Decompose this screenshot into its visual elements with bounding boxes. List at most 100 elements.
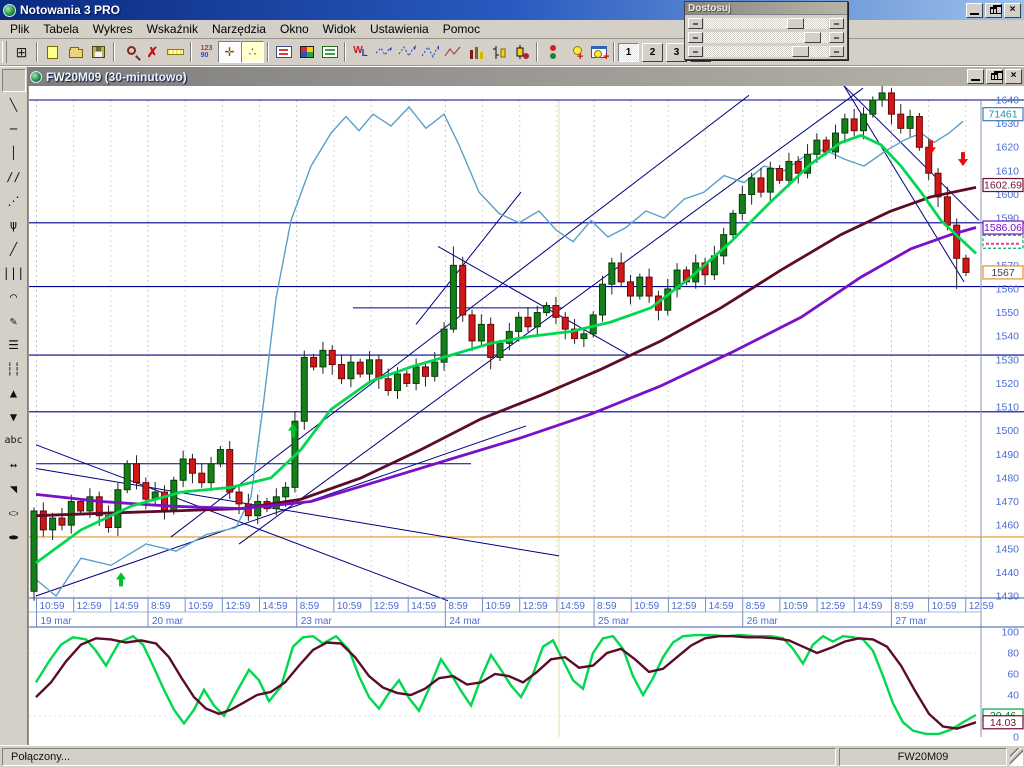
vertical-grid-tool[interactable]: ┆┆ bbox=[2, 357, 26, 380]
down-arrow-tool[interactable]: ▼ bbox=[2, 405, 26, 428]
select-tool[interactable] bbox=[1, 69, 26, 92]
menu-item-wykres[interactable]: Wykres bbox=[86, 21, 140, 38]
slider-track[interactable] bbox=[704, 45, 828, 57]
dostosuj-slider-1 bbox=[688, 17, 844, 29]
svg-text:19 mar: 19 mar bbox=[41, 616, 73, 627]
color-table-button[interactable] bbox=[295, 41, 318, 63]
slider-right-button[interactable] bbox=[829, 45, 844, 57]
quotes-digits-button[interactable]: 123 90 bbox=[195, 41, 218, 63]
ruler-button[interactable] bbox=[164, 41, 187, 63]
candle-chart-button[interactable] bbox=[510, 41, 533, 63]
chart-title: FW20M09 (30-minutowo) bbox=[46, 69, 187, 84]
wl-indicator-button[interactable]: WL bbox=[349, 41, 372, 63]
add-window-button[interactable] bbox=[587, 41, 610, 63]
ruler-icon bbox=[167, 49, 184, 55]
slider-thumb[interactable] bbox=[791, 45, 809, 57]
trend-line-tool[interactable]: ╲ bbox=[2, 93, 26, 116]
svg-text:12:59: 12:59 bbox=[969, 601, 994, 612]
line-chart-button[interactable] bbox=[441, 41, 464, 63]
svg-text:8:59: 8:59 bbox=[894, 601, 914, 612]
svg-text:14:59: 14:59 bbox=[709, 601, 734, 612]
bar-chart-button[interactable] bbox=[464, 41, 487, 63]
menu-item-ustawienia[interactable]: Ustawienia bbox=[363, 21, 436, 38]
slider-left-button[interactable] bbox=[688, 45, 703, 57]
toolbar-separator bbox=[267, 42, 269, 62]
svg-text:1586.06: 1586.06 bbox=[984, 222, 1022, 234]
svg-text:80: 80 bbox=[1007, 648, 1019, 660]
save-button[interactable] bbox=[87, 41, 110, 63]
svg-text:12:59: 12:59 bbox=[523, 601, 548, 612]
slider-thumb[interactable] bbox=[786, 17, 804, 29]
chart-close-button[interactable]: × bbox=[1005, 69, 1022, 84]
slider-left-button[interactable] bbox=[688, 31, 703, 43]
vertical-lines-tool[interactable]: ||| bbox=[2, 261, 26, 284]
slider-right-button[interactable] bbox=[829, 31, 844, 43]
close-button[interactable]: × bbox=[1004, 2, 1021, 18]
svg-text:1520: 1520 bbox=[996, 378, 1020, 390]
list-table-button[interactable] bbox=[318, 41, 341, 63]
solid-eraser-tool[interactable]: ● bbox=[2, 525, 26, 548]
horizontal-expand-tool[interactable]: ↔ bbox=[2, 453, 26, 476]
zigzag-small-button[interactable] bbox=[372, 41, 395, 63]
diagonal-line-tool[interactable]: ╱ bbox=[2, 237, 26, 260]
quote-board-button[interactable] bbox=[272, 41, 295, 63]
pitchfork-tool[interactable]: ψ bbox=[2, 213, 26, 236]
hilo-chart-button[interactable] bbox=[487, 41, 510, 63]
crosshair-button[interactable]: ✛ bbox=[218, 41, 241, 63]
menu-item-tabela[interactable]: Tabela bbox=[36, 21, 85, 38]
slider-right-button[interactable] bbox=[829, 17, 844, 29]
view-button-2[interactable]: 2 bbox=[642, 42, 663, 62]
view-button-1[interactable]: 1 bbox=[618, 42, 639, 62]
fibonacci-arcs-tool[interactable]: ◠ bbox=[2, 285, 26, 308]
svg-text:1510: 1510 bbox=[996, 402, 1020, 414]
zoom-button[interactable] bbox=[118, 41, 141, 63]
updown-dots-button[interactable] bbox=[541, 41, 564, 63]
menu-item-wskanik[interactable]: Wskaźnik bbox=[140, 21, 205, 38]
menu-item-widok[interactable]: Widok bbox=[316, 21, 363, 38]
restore-button[interactable] bbox=[985, 2, 1002, 18]
diagonal-line-tool-icon: ╱ bbox=[9, 241, 18, 256]
slider-track[interactable] bbox=[704, 31, 828, 43]
menu-item-pomoc[interactable]: Pomoc bbox=[436, 21, 487, 38]
chart-restore-button[interactable] bbox=[986, 69, 1003, 84]
menu-item-narzdzia[interactable]: Narzędzia bbox=[205, 21, 273, 38]
dostosuj-title[interactable]: Dostosuj bbox=[685, 2, 847, 15]
toolbar-grip[interactable] bbox=[2, 41, 7, 63]
pointer-tool[interactable]: ◥ bbox=[2, 477, 26, 500]
up-arrow-tool[interactable]: ▲ bbox=[2, 381, 26, 404]
slider-left-button[interactable] bbox=[688, 17, 703, 29]
pattern-button[interactable]: ∴ bbox=[241, 41, 264, 63]
chart-title-bar[interactable]: FW20M09 (30-minutowo) × bbox=[28, 66, 1024, 86]
active-symbol: FW20M09 bbox=[839, 748, 1007, 766]
minimize-button[interactable] bbox=[966, 2, 983, 18]
new-button[interactable] bbox=[41, 41, 64, 63]
zigzag-medium-button[interactable] bbox=[395, 41, 418, 63]
grid-icon: ⊞ bbox=[15, 43, 28, 60]
chart-minimize-button[interactable] bbox=[967, 69, 984, 84]
eraser-tool[interactable]: ○ bbox=[2, 501, 26, 524]
delete-button[interactable]: ✗ bbox=[141, 41, 164, 63]
horizontal-line-tool[interactable]: ─ bbox=[2, 117, 26, 140]
parallel-lines-tool[interactable]: ∕∕ bbox=[2, 165, 26, 188]
title-bar[interactable]: Notowania 3 PRO × bbox=[0, 0, 1024, 20]
window-layout-button[interactable]: ⊞ bbox=[10, 41, 33, 63]
slider-track[interactable] bbox=[704, 17, 828, 29]
svg-text:8:59: 8:59 bbox=[597, 601, 617, 612]
menu-item-okno[interactable]: Okno bbox=[273, 21, 316, 38]
zigzag-large-button[interactable] bbox=[418, 41, 441, 63]
fibonacci-retracement-tool[interactable]: ☰ bbox=[2, 333, 26, 356]
open-folder-icon bbox=[68, 47, 83, 58]
dostosuj-panel[interactable]: Dostosuj bbox=[684, 1, 848, 60]
text-tool[interactable]: abc bbox=[2, 429, 26, 452]
resize-grip[interactable] bbox=[1010, 748, 1023, 766]
gann-fan-tool[interactable]: ✎ bbox=[2, 309, 26, 332]
svg-text:14:59: 14:59 bbox=[114, 601, 139, 612]
fan-lines-tool[interactable]: ⋰ bbox=[2, 189, 26, 212]
open-button[interactable] bbox=[64, 41, 87, 63]
minimize-icon bbox=[970, 12, 979, 15]
chart-canvas[interactable]: 1640163016201610160015901580157015601550… bbox=[28, 86, 1024, 745]
add-point-button[interactable] bbox=[564, 41, 587, 63]
slider-thumb[interactable] bbox=[804, 31, 822, 43]
vertical-line-tool[interactable]: │ bbox=[2, 141, 26, 164]
menu-item-plik[interactable]: Plik bbox=[3, 21, 36, 38]
